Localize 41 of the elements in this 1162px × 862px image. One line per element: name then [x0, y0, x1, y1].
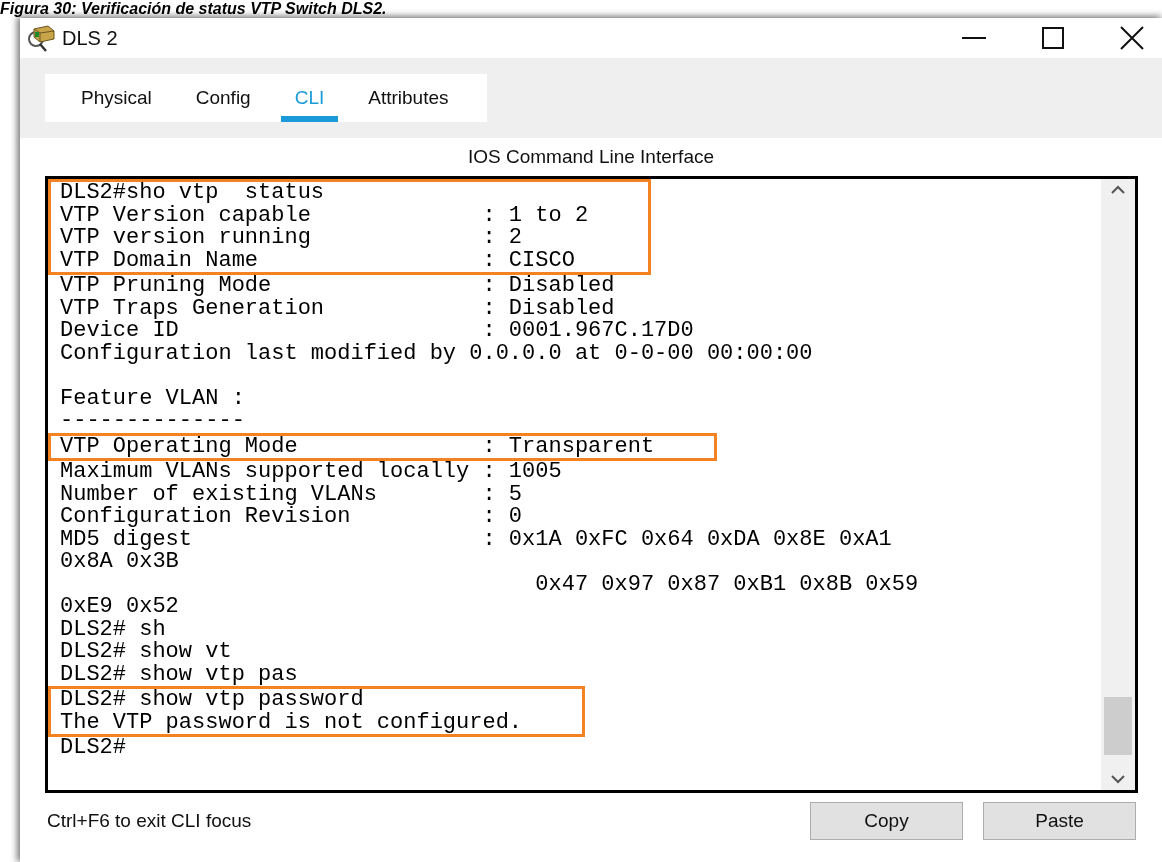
- clipboard-button[interactable]: Paste: [983, 802, 1136, 840]
- terminal-line: DLS2# show vtp password: [60, 689, 364, 712]
- scrollbar-thumb[interactable]: [1104, 697, 1132, 755]
- panel-title: IOS Command Line Interface: [467, 146, 715, 168]
- focus-hint: Ctrl+F6 to exit CLI focus: [47, 810, 252, 832]
- terminal-line: MD5 digest : 0x1A 0xFC 0x64 0xDA 0x8E 0xA1: [60, 528, 892, 551]
- terminal-line: Maximum VLANs supported locally : 1005: [60, 461, 562, 484]
- clipboard-button[interactable]: Copy: [810, 802, 963, 840]
- terminal-line: VTP Version capable : 1 to 2: [60, 204, 589, 227]
- terminal-line: 0x8A 0x3B: [60, 551, 179, 574]
- terminal-line: Device ID : 0001.967C.17D0: [60, 320, 694, 343]
- terminal-line: Number of existing VLANs : 5: [60, 483, 523, 506]
- terminal-line: DLS2#sho vtp status: [60, 182, 325, 205]
- terminal-line: The VTP password is not configured.: [60, 711, 523, 734]
- switch-device-icon: [26, 23, 56, 53]
- minimize-icon[interactable]: [962, 36, 986, 40]
- terminal-line: VTP Pruning Mode : Disabled: [60, 275, 615, 298]
- figure-caption: Figura 30: Verificación de status VTP Switch DLS2.: [0, 0, 387, 17]
- scroll-up-icon[interactable]: [1111, 185, 1125, 194]
- terminal-line: VTP Domain Name : CISCO: [60, 249, 575, 272]
- terminal-line: DLS2# show vtp pas: [60, 663, 298, 686]
- tab[interactable]: Attributes: [354, 74, 463, 122]
- close-icon[interactable]: [1120, 26, 1144, 50]
- maximize-icon[interactable]: [1042, 27, 1064, 49]
- terminal-line: VTP Operating Mode : Transparent: [60, 435, 655, 458]
- terminal-line: DLS2#: [60, 737, 126, 760]
- terminal-line: Configuration last modified by 0.0.0.0 at 0-0-00 00:00:00: [60, 342, 813, 365]
- terminal-line: 0x47 0x97 0x87 0xB1 0x8B 0x59: [534, 573, 919, 596]
- terminal-line: VTP Traps Generation : Disabled: [60, 297, 615, 320]
- terminal-line: 0xE9 0x52: [60, 596, 179, 619]
- tab[interactable]: Config: [181, 74, 265, 122]
- window-title: DLS 2: [62, 26, 118, 50]
- terminal-line: VTP version running : 2: [60, 227, 523, 250]
- terminal-line: DLS2# show vt: [60, 641, 232, 664]
- scroll-down-icon[interactable]: [1111, 775, 1125, 784]
- scrollbar[interactable]: [1101, 179, 1135, 790]
- terminal-line: DLS2# sh: [60, 618, 166, 641]
- tab[interactable]: Physical: [67, 74, 166, 122]
- terminal-line: --------------: [60, 410, 245, 433]
- terminal-line: Feature VLAN :: [60, 387, 245, 410]
- terminal-line: Configuration Revision : 0: [60, 506, 523, 529]
